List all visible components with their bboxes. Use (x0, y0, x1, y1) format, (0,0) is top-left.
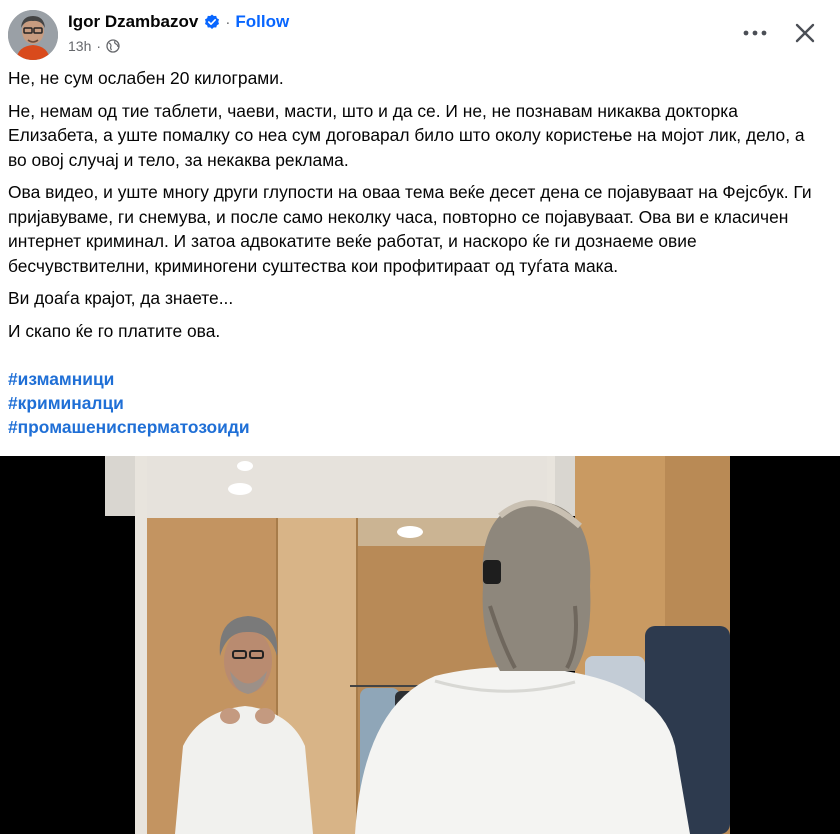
author-name[interactable]: Igor Dzambazov (68, 12, 198, 32)
hashtag-list: #измамници #криминалци #промашениспермaт… (8, 367, 250, 439)
close-icon (795, 23, 815, 43)
hashtag-link[interactable]: #криминалци (8, 391, 250, 415)
meta-separator: · (96, 38, 102, 54)
globe-icon[interactable] (106, 39, 120, 53)
post-paragraph: Ви доаѓа крајот, да знаете... (8, 288, 234, 308)
author-avatar[interactable] (8, 10, 58, 60)
hashtag-link[interactable]: #промашениспермaтозоиди (8, 415, 250, 439)
hashtag-link[interactable]: #измамници (8, 367, 250, 391)
video-frame[interactable] (105, 456, 730, 834)
post-paragraph: Не, не сум ослабен 20 килограми. (8, 68, 284, 88)
more-options-button[interactable] (740, 18, 770, 48)
author-line: Igor Dzambazov · Follow (68, 12, 289, 32)
separator-dot: · (225, 13, 231, 31)
post-paragraph: И скапо ќе го платите ова. (8, 320, 221, 341)
post-video[interactable] (0, 456, 840, 834)
more-dots-icon (743, 30, 767, 36)
post-meta: 13h · (68, 38, 120, 54)
follow-button[interactable]: Follow (235, 12, 289, 32)
post-text: Не, не сум ослабен 20 килограми. Не, нем… (8, 66, 828, 351)
verified-badge-icon (204, 14, 220, 30)
close-button[interactable] (790, 18, 820, 48)
post-header: Igor Dzambazov · Follow 13h · (0, 0, 840, 64)
post-paragraph: Не, немам од тие таблети, чаеви, масти, … (8, 100, 805, 170)
post-paragraph: Ова видео, и уште многу други глупости н… (8, 182, 812, 276)
post-timestamp[interactable]: 13h (68, 38, 91, 54)
